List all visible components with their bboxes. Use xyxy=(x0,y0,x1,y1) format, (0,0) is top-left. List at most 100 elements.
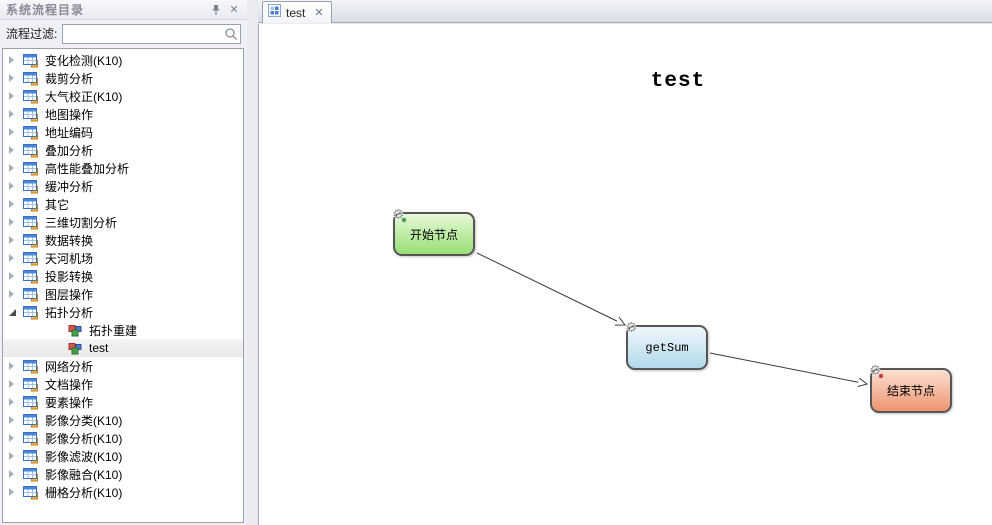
node-start[interactable]: ⚙ 开始节点 xyxy=(393,212,475,256)
expand-arrow-icon[interactable] xyxy=(9,307,21,317)
expand-arrow-icon[interactable] xyxy=(9,361,21,371)
tab-document-icon xyxy=(268,4,281,22)
process-folder-icon xyxy=(23,196,39,212)
tree-item[interactable]: 天河机场 xyxy=(3,249,243,267)
tree-item[interactable]: 影像分析(K10) xyxy=(3,429,243,447)
workflow-canvas[interactable]: test ⚙ 开始节点 ⚙ getSum ⚙ 结束节点 xyxy=(258,24,992,525)
tree-item-label: 要素操作 xyxy=(44,394,93,411)
expand-arrow-icon[interactable] xyxy=(9,181,21,191)
gear-icon: ⚙ xyxy=(625,321,638,335)
tree-item[interactable]: 其它 xyxy=(3,195,243,213)
process-directory-panel: 系统流程目录 ✕ 流程过滤: xyxy=(0,0,247,525)
tree-item-label: 大气校正(K10) xyxy=(44,88,122,105)
tree-item[interactable]: 缓冲分析 xyxy=(3,177,243,195)
tree-item[interactable]: 拓扑分析 xyxy=(3,303,243,321)
expand-arrow-icon[interactable] xyxy=(9,271,21,281)
tree-item-label: 叠加分析 xyxy=(44,142,93,159)
process-folder-icon xyxy=(23,484,39,500)
search-icon[interactable] xyxy=(224,27,238,46)
expand-arrow-icon[interactable] xyxy=(9,145,21,155)
tree-item-label: 地图操作 xyxy=(44,106,93,123)
tree-item-label: 裁剪分析 xyxy=(44,70,93,87)
close-icon[interactable]: ✕ xyxy=(225,2,243,18)
expand-arrow-icon[interactable] xyxy=(9,487,21,497)
start-badge-icon xyxy=(401,217,407,223)
tab-label: test xyxy=(286,6,305,20)
expand-arrow-icon[interactable] xyxy=(9,199,21,209)
panel-title: 系统流程目录 xyxy=(6,1,207,18)
process-folder-icon xyxy=(23,106,39,122)
expand-arrow-icon[interactable] xyxy=(9,397,21,407)
process-folder-icon xyxy=(23,268,39,284)
expand-arrow-icon[interactable] xyxy=(9,235,21,245)
tree-item[interactable]: 影像融合(K10) xyxy=(3,465,243,483)
tree-item[interactable]: 三维切割分析 xyxy=(3,213,243,231)
tree-item[interactable]: 拓扑重建 xyxy=(3,321,243,339)
node-getsum[interactable]: ⚙ getSum xyxy=(626,325,708,370)
tree-item[interactable]: 数据转换 xyxy=(3,231,243,249)
tab-close-icon[interactable]: ✕ xyxy=(314,6,323,19)
expand-arrow-icon[interactable] xyxy=(9,91,21,101)
edge-start-getsum xyxy=(477,253,625,325)
expand-arrow-icon[interactable] xyxy=(9,253,21,263)
filter-input[interactable] xyxy=(62,24,241,44)
tree-item[interactable]: 影像滤波(K10) xyxy=(3,447,243,465)
tree-item[interactable]: test xyxy=(3,339,243,357)
process-folder-icon xyxy=(23,250,39,266)
expand-arrow-icon[interactable] xyxy=(9,451,21,461)
process-item-icon xyxy=(67,322,83,338)
expand-arrow-icon[interactable] xyxy=(9,469,21,479)
tree-item[interactable]: 栅格分析(K10) xyxy=(3,483,243,501)
process-tree: 变化检测(K10) 裁剪分析 xyxy=(2,48,244,523)
tree-item[interactable]: 大气校正(K10) xyxy=(3,87,243,105)
tree-item[interactable]: 地图操作 xyxy=(3,105,243,123)
tree-item[interactable]: 投影转换 xyxy=(3,267,243,285)
document-tabbar: test ✕ xyxy=(258,0,992,23)
tree-item[interactable]: 地址编码 xyxy=(3,123,243,141)
process-folder-icon xyxy=(23,142,39,158)
node-end[interactable]: ⚙ 结束节点 xyxy=(870,368,952,413)
pin-icon[interactable] xyxy=(207,2,225,18)
tree-item-label: 地址编码 xyxy=(44,124,93,141)
process-folder-icon xyxy=(23,286,39,302)
expand-arrow-icon[interactable] xyxy=(9,433,21,443)
expand-arrow-icon[interactable] xyxy=(9,379,21,389)
tree-item[interactable]: 图层操作 xyxy=(3,285,243,303)
expand-arrow-icon[interactable] xyxy=(9,289,21,299)
filter-label: 流程过滤: xyxy=(6,25,57,42)
workflow-edges xyxy=(259,24,992,525)
node-label: 结束节点 xyxy=(887,382,935,399)
tree-item[interactable]: 文档操作 xyxy=(3,375,243,393)
tree-item[interactable]: 变化检测(K10) xyxy=(3,51,243,69)
process-folder-icon xyxy=(23,376,39,392)
tree-item-label: 拓扑重建 xyxy=(88,322,137,339)
tree-item-label: 网络分析 xyxy=(44,358,93,375)
process-folder-icon xyxy=(23,304,39,320)
expand-arrow-icon[interactable] xyxy=(9,415,21,425)
process-folder-icon xyxy=(23,232,39,248)
tree-item[interactable]: 高性能叠加分析 xyxy=(3,159,243,177)
tab-test[interactable]: test ✕ xyxy=(262,1,332,23)
process-folder-icon xyxy=(23,394,39,410)
expand-arrow-icon[interactable] xyxy=(9,73,21,83)
node-label: getSum xyxy=(645,341,688,355)
tree-item[interactable]: 叠加分析 xyxy=(3,141,243,159)
tree-item-label: 三维切割分析 xyxy=(44,214,117,231)
panel-header: 系统流程目录 ✕ xyxy=(0,0,247,20)
tree-item-label: 拓扑分析 xyxy=(44,304,93,321)
expand-arrow-icon[interactable] xyxy=(9,163,21,173)
process-folder-icon xyxy=(23,52,39,68)
expand-arrow-icon[interactable] xyxy=(9,109,21,119)
tree-item[interactable]: 影像分类(K10) xyxy=(3,411,243,429)
tree-item[interactable]: 裁剪分析 xyxy=(3,69,243,87)
expand-arrow-icon[interactable] xyxy=(9,217,21,227)
tree-item-label: 文档操作 xyxy=(44,376,93,393)
filter-search-box xyxy=(62,24,241,44)
expand-arrow-icon[interactable] xyxy=(9,127,21,137)
tree-item[interactable]: 网络分析 xyxy=(3,357,243,375)
expand-arrow-icon[interactable] xyxy=(9,55,21,65)
process-folder-icon xyxy=(23,88,39,104)
tree-item[interactable]: 要素操作 xyxy=(3,393,243,411)
process-folder-icon xyxy=(23,430,39,446)
tree-item-label: 栅格分析(K10) xyxy=(44,484,122,501)
